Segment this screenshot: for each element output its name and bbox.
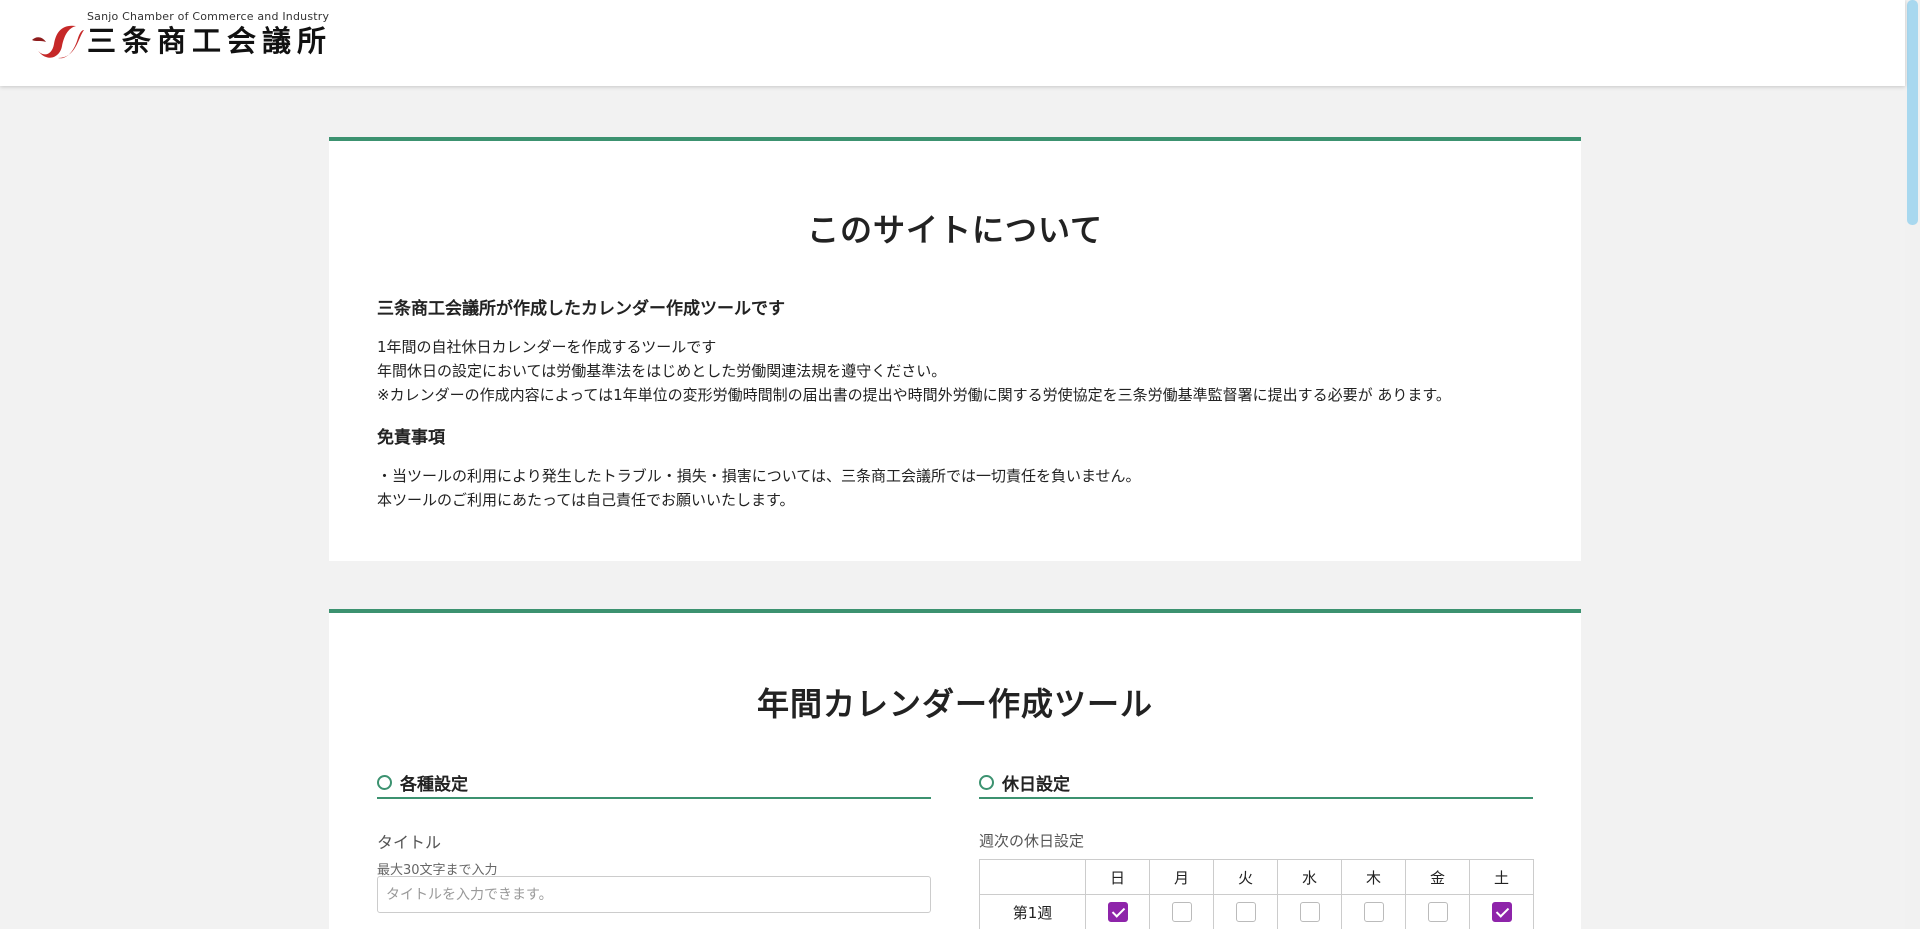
settings-heading: 各種設定: [400, 774, 468, 795]
calendar-tool-card: 年間カレンダー作成ツール 各種設定 タイトル 最大30文字まで入力 休日設定 週…: [329, 609, 1581, 929]
about-heading: 三条商工会議所が作成したカレンダー作成ツールです: [377, 299, 785, 319]
day-header: 月: [1149, 859, 1214, 895]
site-header: Sanjo Chamber of Commerce and Industry 三…: [0, 0, 1905, 86]
settings-section-header: 各種設定: [377, 767, 931, 799]
logo-subtitle: Sanjo Chamber of Commerce and Industry: [87, 10, 330, 23]
about-card: このサイトについて 三条商工会議所が作成したカレンダー作成ツールです 1年間の自…: [329, 137, 1581, 561]
holiday-checkbox[interactable]: [1427, 902, 1448, 922]
disclaimer-text: ・当ツールの利用により発生したトラブル・損失・損害については、三条商工会議所では…: [377, 464, 1537, 512]
day-header: 水: [1277, 859, 1342, 895]
weekly-holiday-table: 日 月 火 水 木 金 土 第1週: [979, 859, 1534, 929]
disclaimer-heading: 免責事項: [377, 428, 445, 448]
weekly-holiday-label: 週次の休日設定: [979, 832, 1085, 850]
title-label: タイトル: [377, 833, 442, 852]
holiday-checkbox[interactable]: [1235, 902, 1256, 922]
circle-bullet-icon: [377, 774, 392, 790]
logo-mark-icon: [32, 25, 84, 59]
scrollbar-thumb[interactable]: [1907, 0, 1918, 225]
site-logo[interactable]: Sanjo Chamber of Commerce and Industry 三…: [32, 10, 332, 64]
about-line: ※カレンダーの作成内容によっては1年単位の変形労働時間制の届出書の提出や時間外労…: [377, 386, 1451, 404]
week-row: 第1週: [979, 894, 1534, 929]
about-description: 1年間の自社休日カレンダーを作成するツールです 年間休日の設定においては労働基準…: [377, 335, 1537, 407]
day-header: 日: [1085, 859, 1150, 895]
table-header-row: 日 月 火 水 木 金 土: [979, 859, 1534, 895]
holiday-checkbox[interactable]: [1171, 902, 1192, 922]
day-header: 火: [1213, 859, 1278, 895]
about-title: このサイトについて: [806, 211, 1104, 249]
title-input[interactable]: [377, 876, 931, 913]
tool-title: 年間カレンダー作成ツール: [756, 685, 1153, 723]
holiday-section-header: 休日設定: [979, 767, 1533, 799]
day-header: 木: [1341, 859, 1406, 895]
table-corner-cell: [979, 859, 1086, 895]
day-cell: [1405, 894, 1470, 929]
day-cell: [1341, 894, 1406, 929]
about-line: 1年間の自社休日カレンダーを作成するツールです: [377, 338, 717, 356]
page-scrollbar[interactable]: [1905, 0, 1920, 929]
circle-bullet-icon: [979, 774, 994, 790]
holiday-checkbox[interactable]: [1299, 902, 1320, 922]
disclaimer-line: ・当ツールの利用により発生したトラブル・損失・損害については、三条商工会議所では…: [377, 467, 1141, 485]
about-body: 三条商工会議所が作成したカレンダー作成ツールです 1年間の自社休日カレンダーを作…: [377, 294, 1537, 528]
day-cell: [1085, 894, 1150, 929]
week-label: 第1週: [979, 894, 1086, 929]
about-line: 年間休日の設定においては労働基準法をはじめとした労働関連法規を遵守ください。: [377, 362, 947, 380]
holiday-checkbox[interactable]: [1107, 902, 1128, 922]
holiday-checkbox[interactable]: [1491, 902, 1512, 922]
day-header: 土: [1469, 859, 1534, 895]
day-cell: [1213, 894, 1278, 929]
logo-title: 三条商工会議所: [87, 24, 333, 58]
day-header: 金: [1405, 859, 1470, 895]
day-cell: [1149, 894, 1214, 929]
holiday-heading: 休日設定: [1002, 774, 1070, 795]
holiday-checkbox[interactable]: [1363, 902, 1384, 922]
disclaimer-line: 本ツールのご利用にあたっては自己責任でお願いいたします。: [377, 491, 795, 509]
day-cell: [1469, 894, 1534, 929]
day-cell: [1277, 894, 1342, 929]
